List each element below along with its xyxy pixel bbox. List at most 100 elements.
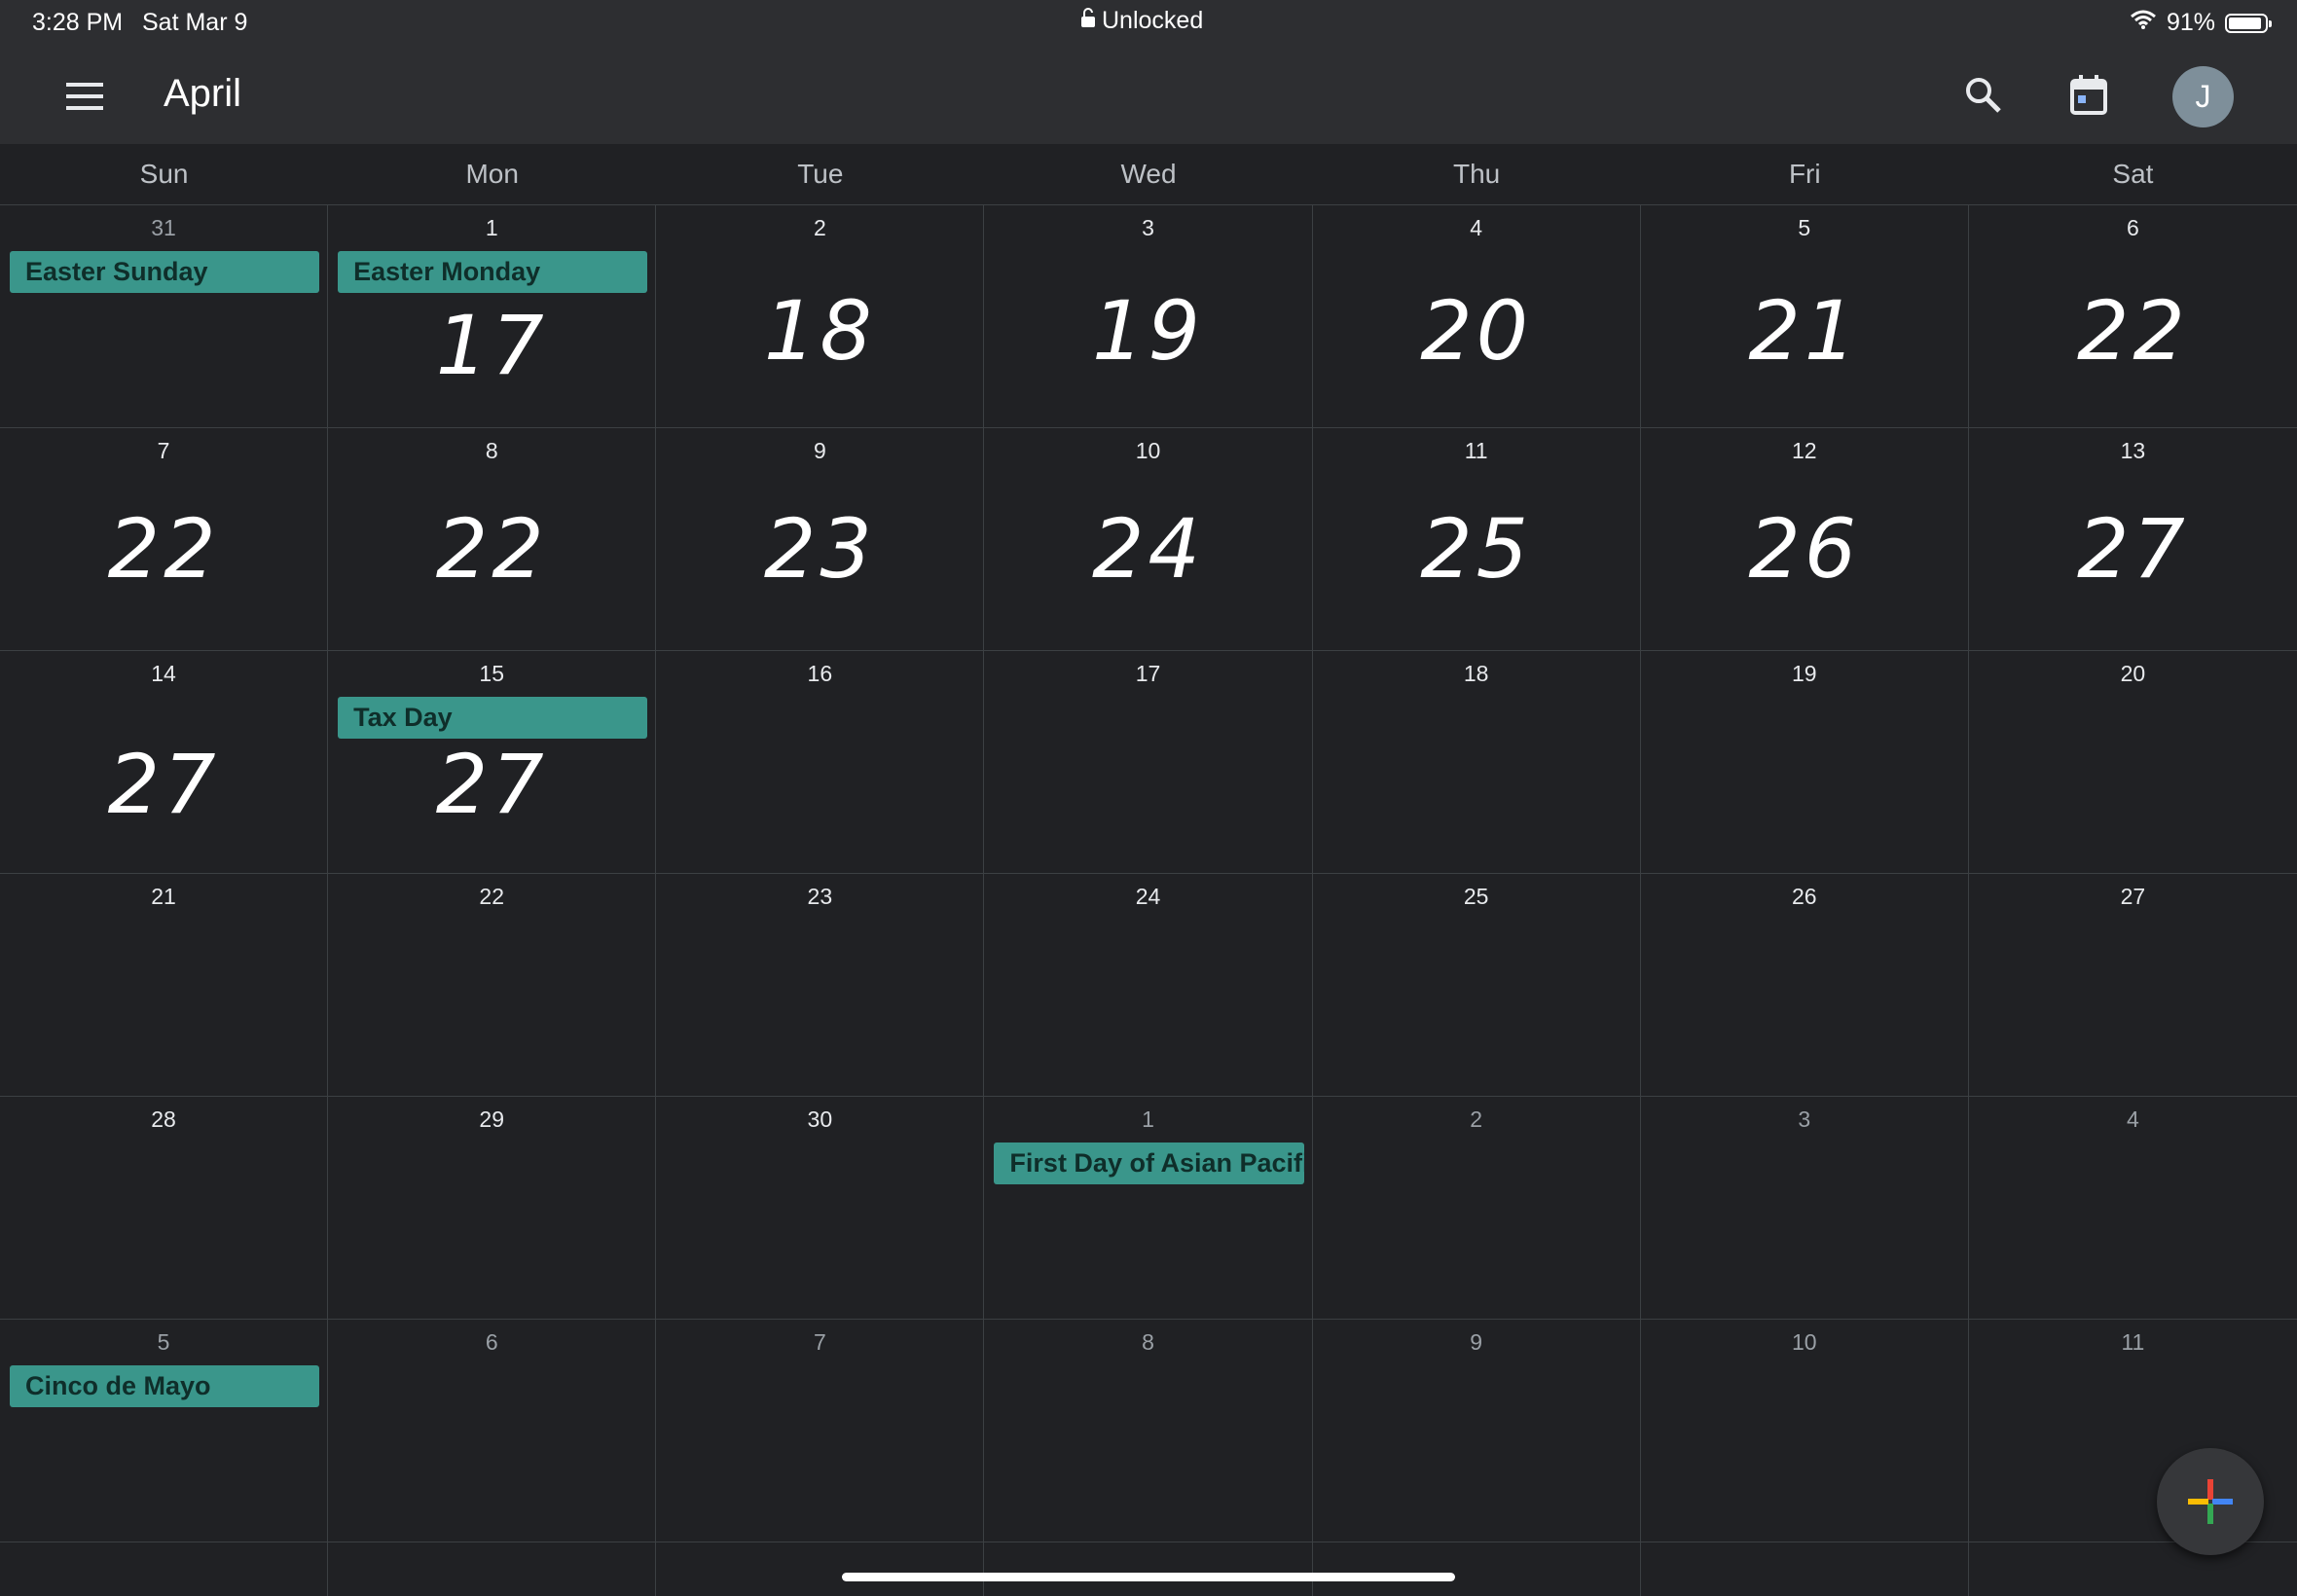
day-number[interactable]: 9 [1313, 1329, 1640, 1356]
day-cell[interactable]: 8 22 [328, 428, 657, 651]
day-number[interactable]: 8 [984, 1329, 1311, 1356]
day-cell[interactable]: 5 21 [1640, 205, 1969, 428]
day-number[interactable]: 28 [0, 1106, 327, 1133]
day-number[interactable]: 5 [0, 1329, 327, 1356]
day-cell[interactable]: 14 27 [0, 651, 329, 874]
day-cell[interactable]: 16 [656, 651, 985, 874]
day-cell[interactable]: 24 [984, 874, 1313, 1097]
day-cell[interactable]: 31 Easter Sunday [0, 205, 329, 428]
day-cell[interactable]: 6 [328, 1320, 657, 1542]
day-cell[interactable]: 3 [1640, 1097, 1969, 1320]
day-cell[interactable]: 15 Tax Day 27 [328, 651, 657, 874]
create-event-button[interactable] [2157, 1448, 2264, 1555]
day-number[interactable]: 6 [1969, 215, 2297, 241]
day-cell[interactable]: 28 [0, 1097, 329, 1320]
event-chip[interactable]: Easter Monday [338, 251, 648, 293]
day-number[interactable]: 7 [656, 1329, 983, 1356]
day-number[interactable]: 25 [1313, 884, 1640, 910]
event-chip[interactable]: Cinco de Mayo [10, 1365, 320, 1407]
day-number[interactable]: 4 [1969, 1106, 2297, 1133]
day-number[interactable]: 29 [328, 1106, 655, 1133]
day-cell[interactable] [1313, 1542, 1641, 1596]
day-cell[interactable]: 7 [656, 1320, 985, 1542]
day-number[interactable]: 3 [984, 215, 1311, 241]
day-number[interactable]: 7 [0, 438, 327, 464]
day-number[interactable]: 16 [656, 661, 983, 687]
day-cell[interactable]: 29 [328, 1097, 657, 1320]
day-cell[interactable] [1641, 1542, 1969, 1596]
day-number[interactable]: 5 [1641, 215, 1968, 241]
day-cell[interactable]: 1 First Day of Asian Pacific [984, 1097, 1313, 1320]
day-cell[interactable]: 10 [1640, 1320, 1969, 1542]
day-number[interactable]: 23 [656, 884, 983, 910]
day-cell[interactable]: 4 20 [1312, 205, 1641, 428]
day-number[interactable]: 10 [1641, 1329, 1968, 1356]
day-number[interactable]: 12 [1641, 438, 1968, 464]
day-number[interactable]: 9 [656, 438, 983, 464]
day-cell[interactable]: 1 Easter Monday 17 [328, 205, 657, 428]
day-number[interactable]: 30 [656, 1106, 983, 1133]
day-number[interactable]: 1 [984, 1106, 1311, 1133]
day-cell[interactable]: 11 25 [1312, 428, 1641, 651]
avatar[interactable]: J [2172, 66, 2234, 127]
day-number[interactable]: 6 [328, 1329, 655, 1356]
day-cell[interactable]: 7 22 [0, 428, 329, 651]
day-number[interactable]: 3 [1641, 1106, 1968, 1133]
day-number[interactable]: 11 [1313, 438, 1640, 464]
day-cell[interactable]: 10 24 [984, 428, 1313, 651]
event-chip[interactable]: First Day of Asian Pacific [994, 1143, 1304, 1184]
day-cell[interactable] [0, 1542, 329, 1596]
day-number[interactable]: 2 [1313, 1106, 1640, 1133]
day-cell[interactable]: 19 [1640, 651, 1969, 874]
day-cell[interactable]: 25 [1312, 874, 1641, 1097]
day-cell[interactable]: 18 [1312, 651, 1641, 874]
day-cell[interactable]: 2 18 [656, 205, 985, 428]
search-button[interactable] [1954, 66, 2013, 125]
day-number[interactable]: 15 [328, 661, 655, 687]
day-cell[interactable]: 4 [1968, 1097, 2297, 1320]
day-number[interactable]: 27 [1969, 884, 2297, 910]
day-number[interactable]: 10 [984, 438, 1311, 464]
day-cell[interactable]: 9 23 [656, 428, 985, 651]
day-cell[interactable]: 9 [1312, 1320, 1641, 1542]
event-chip[interactable]: Easter Sunday [10, 251, 320, 293]
day-number[interactable]: 19 [1641, 661, 1968, 687]
day-cell[interactable]: 17 [984, 651, 1313, 874]
day-cell[interactable]: 30 [656, 1097, 985, 1320]
day-cell[interactable]: 3 19 [984, 205, 1313, 428]
day-number[interactable]: 1 [328, 215, 655, 241]
day-number[interactable]: 14 [0, 661, 327, 687]
today-button[interactable] [2060, 66, 2118, 125]
day-cell[interactable]: 13 27 [1968, 428, 2297, 651]
day-number[interactable]: 13 [1969, 438, 2297, 464]
day-number[interactable]: 24 [984, 884, 1311, 910]
home-indicator[interactable] [842, 1573, 1455, 1581]
day-cell[interactable]: 27 [1968, 874, 2297, 1097]
day-cell[interactable] [1969, 1542, 2297, 1596]
day-cell[interactable]: 21 [0, 874, 329, 1097]
day-cell[interactable]: 23 [656, 874, 985, 1097]
day-number[interactable]: 31 [0, 215, 327, 241]
day-number[interactable]: 18 [1313, 661, 1640, 687]
day-number[interactable]: 8 [328, 438, 655, 464]
day-number[interactable]: 17 [984, 661, 1311, 687]
day-number[interactable]: 2 [656, 215, 983, 241]
day-number[interactable]: 21 [0, 884, 327, 910]
day-cell[interactable]: 12 26 [1640, 428, 1969, 651]
day-cell[interactable]: 5 Cinco de Mayo [0, 1320, 329, 1542]
day-number[interactable]: 4 [1313, 215, 1640, 241]
day-cell[interactable]: 6 22 [1968, 205, 2297, 428]
day-cell[interactable]: 2 [1312, 1097, 1641, 1320]
page-title[interactable]: April [164, 72, 241, 116]
day-cell[interactable] [984, 1542, 1313, 1596]
day-cell[interactable] [328, 1542, 657, 1596]
day-number[interactable]: 11 [1969, 1329, 2297, 1356]
event-chip[interactable]: Tax Day [338, 697, 648, 739]
menu-button[interactable] [58, 74, 111, 119]
day-number[interactable]: 22 [328, 884, 655, 910]
day-cell[interactable]: 22 [328, 874, 657, 1097]
day-number[interactable]: 26 [1641, 884, 1968, 910]
day-cell[interactable]: 8 [984, 1320, 1313, 1542]
day-cell[interactable]: 26 [1640, 874, 1969, 1097]
day-cell[interactable]: 20 [1968, 651, 2297, 874]
